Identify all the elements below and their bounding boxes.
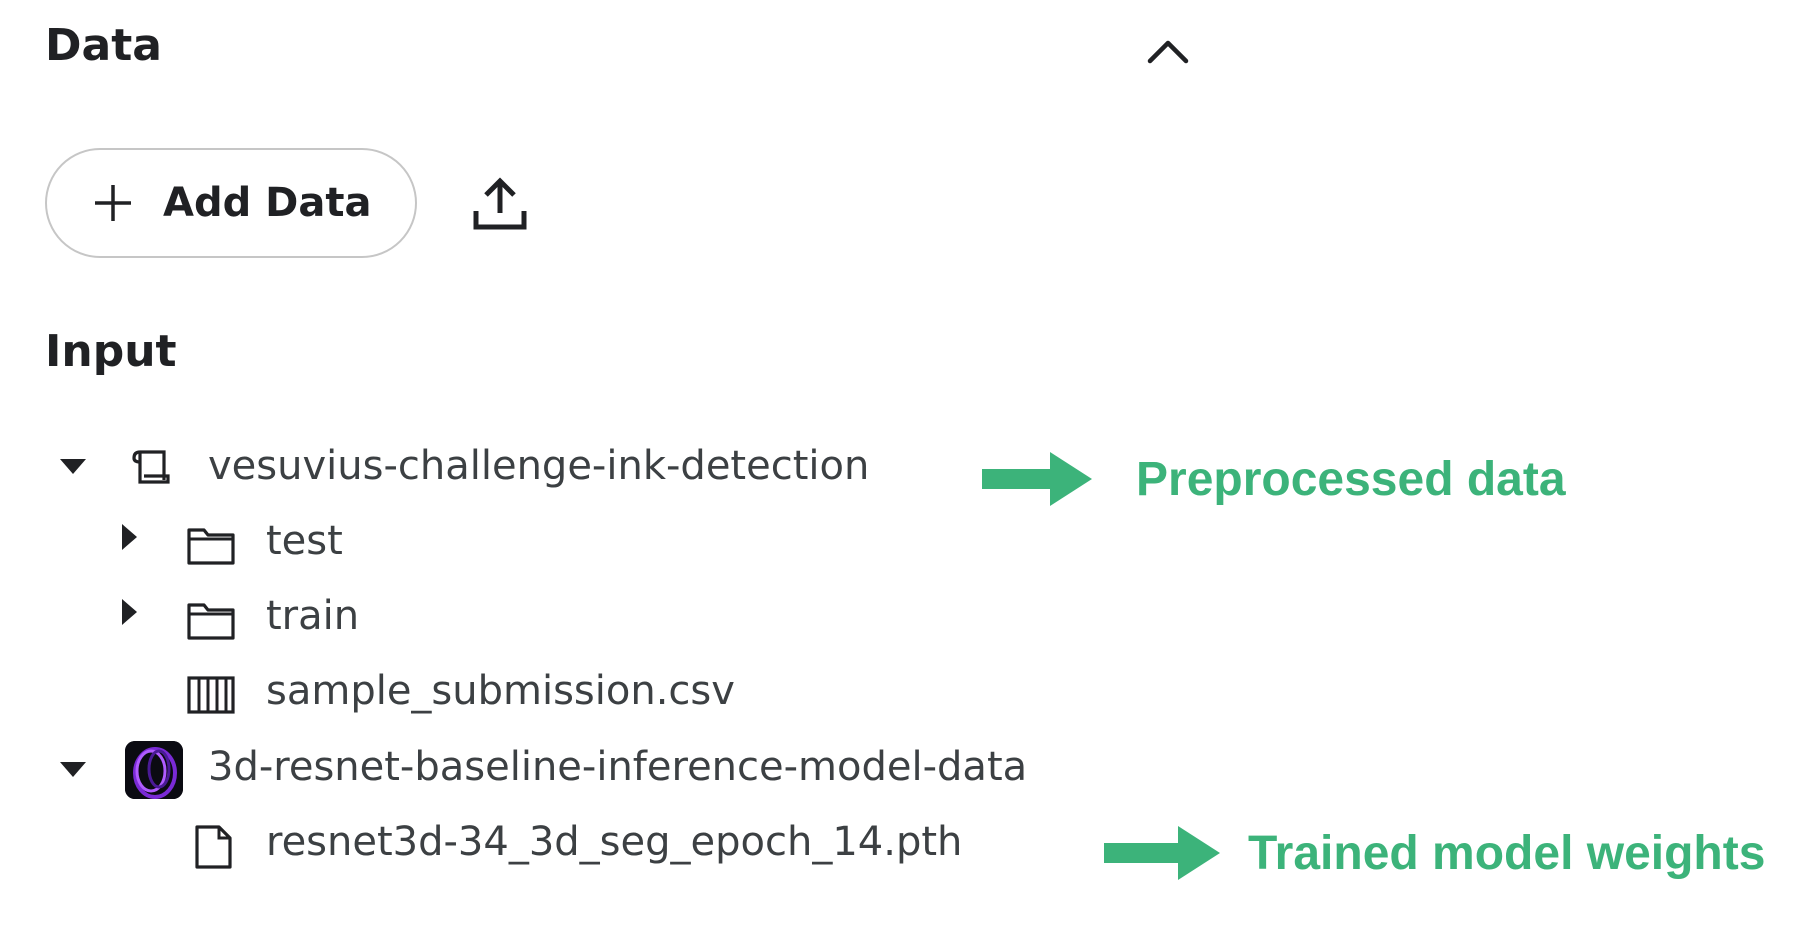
caret-down-icon[interactable] <box>58 755 88 785</box>
chevron-up-icon <box>1147 40 1189 64</box>
tree-node-label: 3d-resnet-baseline-inference-model-data <box>208 744 1028 790</box>
add-data-label: Add Data <box>163 180 372 226</box>
input-section-title: Input <box>45 326 177 377</box>
tree-node-label: sample_submission.csv <box>266 668 735 714</box>
tree-node-label: train <box>266 593 360 639</box>
annotation-label: Preprocessed data <box>1136 452 1566 506</box>
file-icon <box>187 821 239 873</box>
caret-down-icon[interactable] <box>58 452 88 482</box>
caret-right-icon[interactable] <box>115 597 145 627</box>
scroll-icon <box>126 442 178 494</box>
tree-node-label: test <box>266 518 343 564</box>
upload-icon <box>473 177 527 230</box>
collapse-panel-button[interactable] <box>1140 28 1196 72</box>
tree-node-label: vesuvius-challenge-ink-detection <box>208 443 870 489</box>
caret-right-icon[interactable] <box>115 522 145 552</box>
annotation-label: Trained model weights <box>1248 826 1766 880</box>
folder-icon <box>185 520 237 572</box>
dataset-thumbnail <box>124 740 184 800</box>
plus-icon <box>95 185 131 221</box>
annotation-trained-weights: Trained model weights <box>1104 824 1765 882</box>
arrow-right-icon <box>1104 826 1220 880</box>
upload-button[interactable] <box>470 175 530 235</box>
annotation-preprocessed-data: Preprocessed data <box>982 450 1566 508</box>
arrow-right-icon <box>982 452 1092 506</box>
data-panel-title: Data <box>45 20 162 71</box>
tree-node-label: resnet3d-34_3d_seg_epoch_14.pth <box>266 819 963 865</box>
add-data-button[interactable]: Add Data <box>45 148 417 258</box>
table-columns-icon <box>185 669 237 721</box>
folder-icon <box>185 595 237 647</box>
